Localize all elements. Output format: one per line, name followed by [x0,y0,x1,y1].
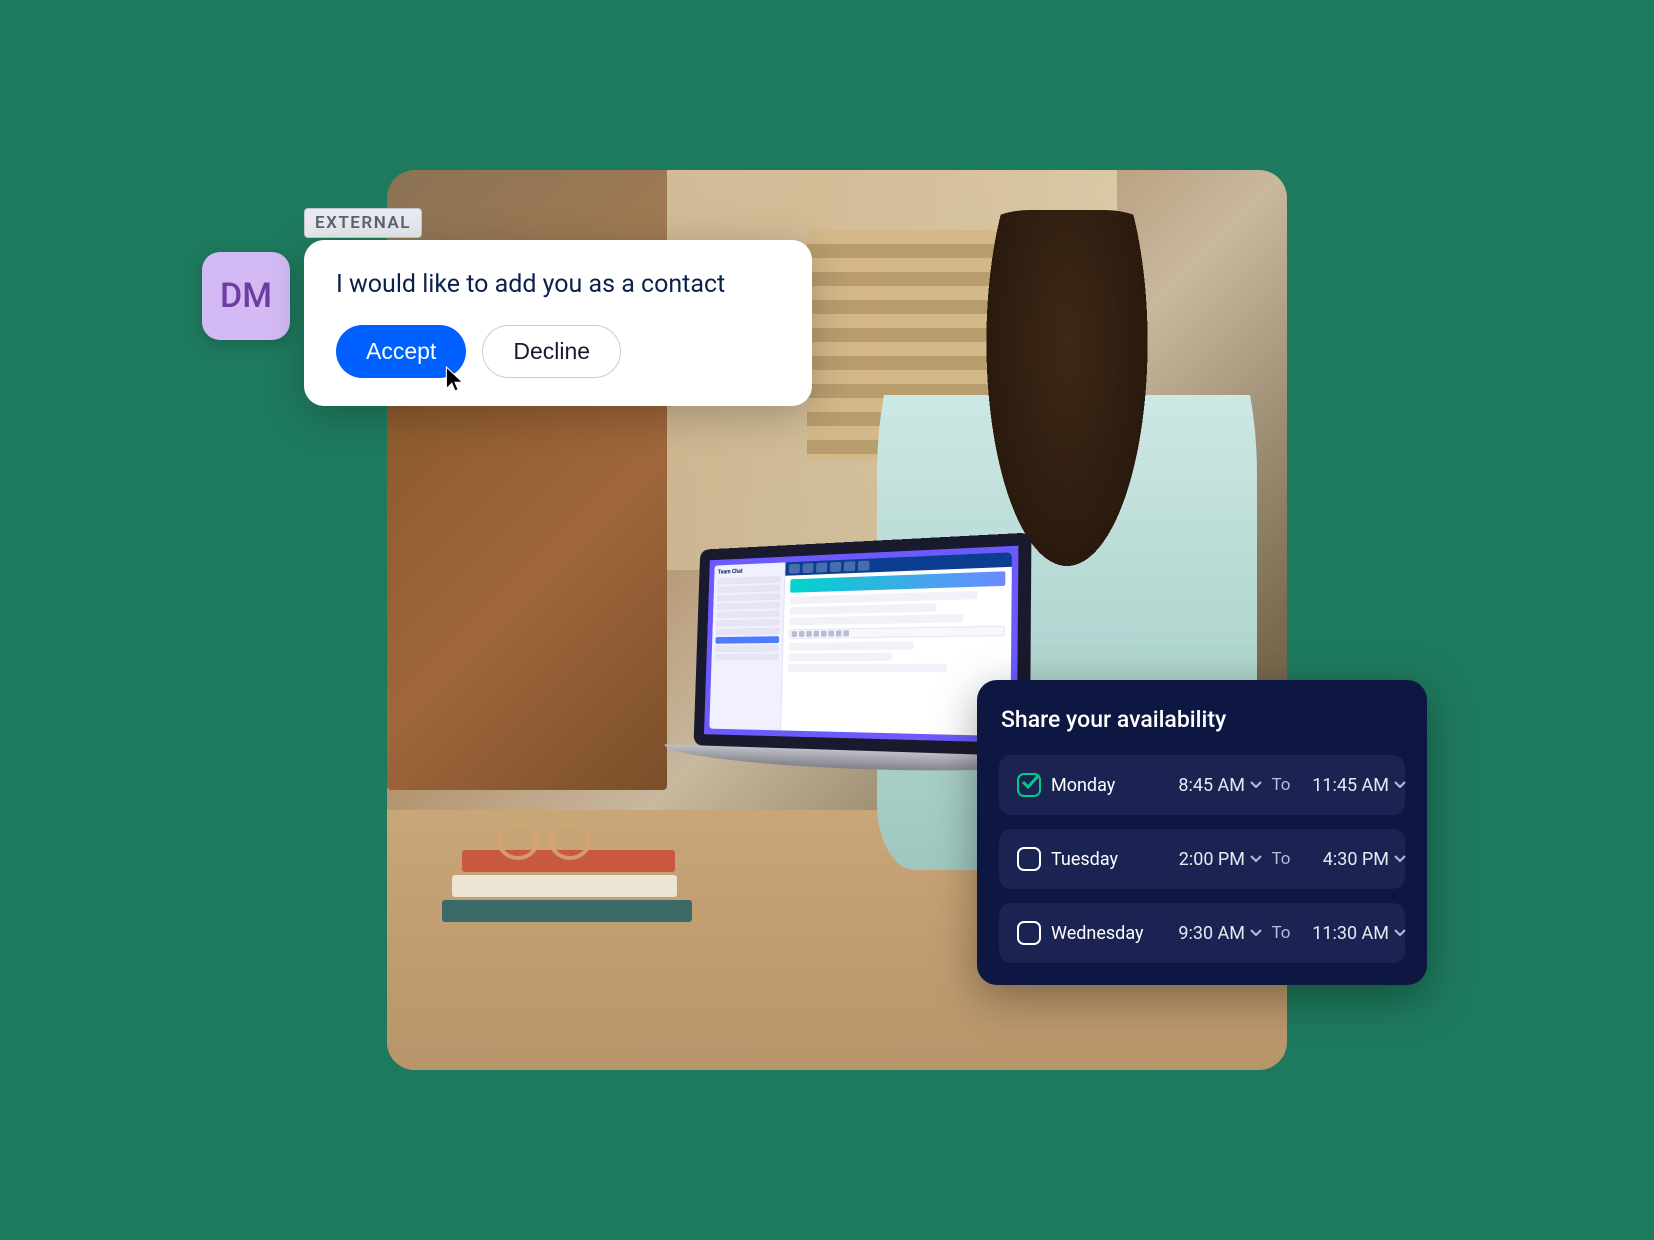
start-time[interactable]: 9:30 AM [1155,923,1245,944]
checkbox-tuesday[interactable] [1017,847,1041,871]
laptop-sidebar-title: Team Chat [718,566,781,575]
end-time[interactable]: 11:30 AM [1297,923,1389,944]
end-time[interactable]: 4:30 PM [1297,849,1389,870]
chevron-down-icon[interactable] [1391,855,1409,863]
to-label: To [1267,775,1295,795]
avatar: DM [202,252,290,340]
availability-card: Share your availability Monday 8:45 AM T… [977,680,1427,985]
availability-row-monday: Monday 8:45 AM To 11:45 AM [999,755,1405,815]
photo-glasses [497,822,607,860]
photo-cabinet [387,390,667,790]
day-label: Monday [1051,775,1153,796]
day-label: Wednesday [1051,923,1153,944]
to-label: To [1267,849,1295,869]
decline-button[interactable]: Decline [482,325,621,378]
chevron-down-icon[interactable] [1247,855,1265,863]
chevron-down-icon[interactable] [1247,929,1265,937]
contact-request-card: I would like to add you as a contact Acc… [304,240,812,406]
end-time[interactable]: 11:45 AM [1297,775,1389,796]
start-time[interactable]: 8:45 AM [1155,775,1245,796]
start-time[interactable]: 2:00 PM [1155,849,1245,870]
contact-request-message: I would like to add you as a contact [336,270,780,299]
availability-row-tuesday: Tuesday 2:00 PM To 4:30 PM [999,829,1405,889]
to-label: To [1267,923,1295,943]
photo-books [442,850,692,930]
checkbox-monday[interactable] [1017,773,1041,797]
chevron-down-icon[interactable] [1391,781,1409,789]
chevron-down-icon[interactable] [1247,781,1265,789]
chevron-down-icon[interactable] [1391,929,1409,937]
day-label: Tuesday [1051,849,1153,870]
external-badge: EXTERNAL [304,208,422,238]
availability-title: Share your availability [999,706,1405,733]
availability-row-wednesday: Wednesday 9:30 AM To 11:30 AM [999,903,1405,963]
checkbox-wednesday[interactable] [1017,921,1041,945]
